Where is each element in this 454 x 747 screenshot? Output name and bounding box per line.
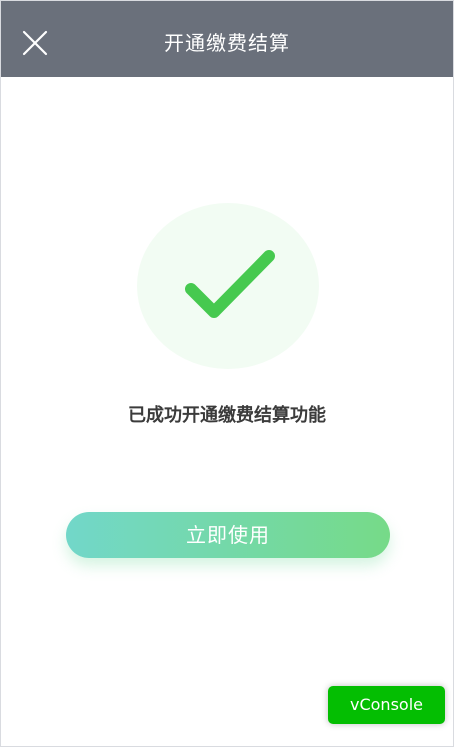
header-bar: 开通缴费结算 [1,1,453,77]
page-title: 开通缴费结算 [164,31,290,55]
use-now-button[interactable]: 立即使用 [66,512,390,558]
checkmark-icon [185,250,275,318]
success-icon-circle [137,203,319,369]
vconsole-button[interactable]: vConsole [328,686,445,724]
success-page: 开通缴费结算 已成功开通缴费结算功能 立即使用 vConsole [0,0,454,747]
success-message: 已成功开通缴费结算功能 [128,405,326,426]
